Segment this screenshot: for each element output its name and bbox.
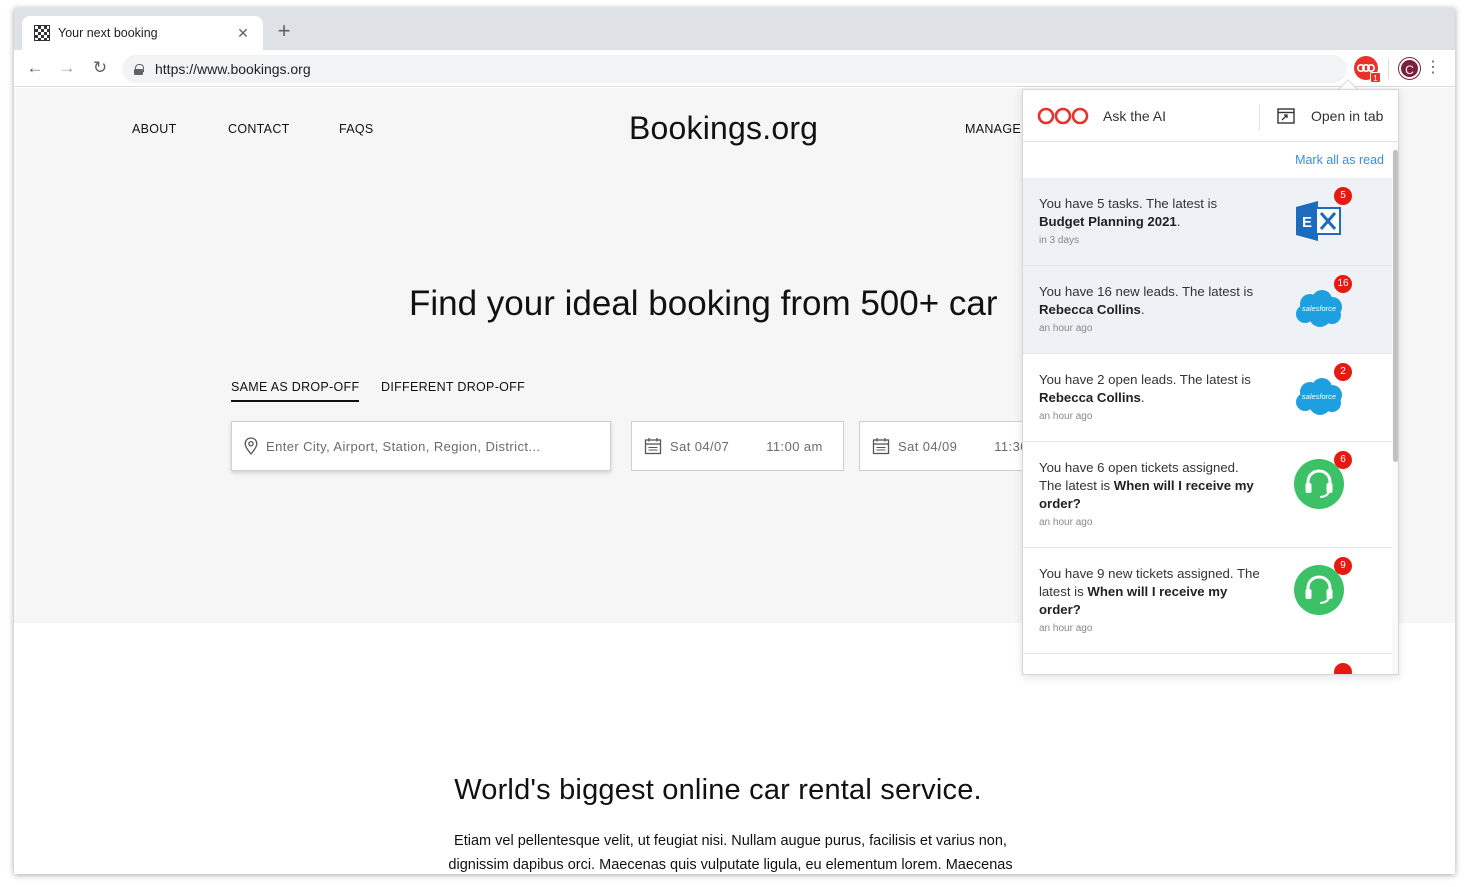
pickup-time: 11:00 am <box>766 438 823 454</box>
notification-count-badge: 6 <box>1334 451 1352 469</box>
notification-time: an hour ago <box>1039 323 1093 334</box>
nav-about[interactable]: ABOUT <box>132 122 177 136</box>
notification-item[interactable]: You have 2 open leads. The latest is Reb… <box>1023 354 1392 442</box>
nav-contact[interactable]: CONTACT <box>228 122 290 136</box>
toolbar-divider <box>1388 59 1389 79</box>
open-in-tab-button[interactable]: Open in tab <box>1277 90 1383 142</box>
open-in-tab-icon <box>1277 108 1295 124</box>
svg-text:salesforce: salesforce <box>1302 304 1336 313</box>
popup-scrollbar-thumb[interactable] <box>1393 150 1398 462</box>
dropoff-date: Sat 04/09 <box>898 438 958 454</box>
location-placeholder: Enter City, Airport, Station, Region, Di… <box>266 438 541 454</box>
notification-count-badge: 9 <box>1334 557 1352 575</box>
nav-faqs[interactable]: FAQS <box>339 122 374 136</box>
tab-same-as-dropoff[interactable]: SAME AS DROP-OFF <box>231 380 360 402</box>
notification-item[interactable]: You have 6 open tickets assigned. The la… <box>1023 442 1392 548</box>
location-input[interactable]: Enter City, Airport, Station, Region, Di… <box>231 421 611 471</box>
tab-title: Your next booking <box>58 26 158 40</box>
address-bar[interactable]: https://www.bookings.org <box>122 55 1347 83</box>
ask-ai-button[interactable]: Ask the AI <box>1037 90 1166 142</box>
notification-text: You have 2 open leads. The latest is Reb… <box>1039 372 1251 405</box>
url-text[interactable]: https://www.bookings.org <box>155 61 311 77</box>
notification-item[interactable]: You have 16 new leads. The latest is Reb… <box>1023 266 1392 354</box>
notification-count-badge: 16 <box>1334 275 1352 293</box>
notification-count-badge: 2 <box>1334 363 1352 381</box>
open-in-tab-label: Open in tab <box>1311 108 1384 124</box>
calendar-icon <box>872 438 890 455</box>
notification-text: You have 6 open tickets assigned. The la… <box>1039 460 1254 511</box>
hero-title: Find your ideal booking from 500+ car <box>409 284 998 323</box>
profile-avatar[interactable]: C <box>1399 58 1420 79</box>
dropoff-datetime-field[interactable]: Sat 04/09 11:30 <box>859 421 1049 471</box>
salesforce-icon: salesforce <box>1296 378 1342 415</box>
svg-text:E: E <box>1302 214 1312 231</box>
notification-text: You have 16 new leads. The latest is Reb… <box>1039 284 1254 317</box>
salesforce-icon: salesforce <box>1296 290 1342 327</box>
location-pin-icon <box>244 437 258 455</box>
svg-text:salesforce: salesforce <box>1302 392 1336 401</box>
site-logo[interactable]: Bookings.org <box>629 110 818 147</box>
browser-menu-icon[interactable]: ⋮ <box>1425 58 1441 78</box>
section-text-line: Etiam vel pellentesque velit, ut feugiat… <box>454 833 1007 849</box>
favicon-icon <box>34 25 50 41</box>
calendar-icon <box>644 438 662 455</box>
section-title: World's biggest online car rental servic… <box>454 774 982 806</box>
reload-button[interactable]: ↻ <box>89 57 111 79</box>
mark-all-read-link[interactable]: Mark all as read <box>1295 153 1384 167</box>
notification-time: in 3 days <box>1039 235 1080 246</box>
notification-text: You have 9 new tickets assigned. The lat… <box>1039 566 1260 617</box>
notification-count-badge: 5 <box>1334 187 1352 205</box>
pickup-date: Sat 04/07 <box>670 438 730 454</box>
notification-count-badge <box>1334 663 1352 674</box>
ai-notifications-popup: Ask the AI Open in tab Mark all as read … <box>1022 89 1399 675</box>
tab-strip: Your next booking ✕ + <box>14 8 1455 50</box>
pickup-datetime-field[interactable]: Sat 04/07 11:00 am <box>631 421 844 471</box>
new-tab-button[interactable]: + <box>272 20 296 44</box>
browser-tab[interactable]: Your next booking ✕ <box>22 16 263 50</box>
notification-item[interactable]: You have 5 tasks. The latest is Budget P… <box>1023 178 1392 266</box>
ai-logo-icon <box>1037 107 1089 125</box>
notification-time: an hour ago <box>1039 517 1093 528</box>
tab-different-dropoff[interactable]: DIFFERENT DROP-OFF <box>381 380 525 400</box>
header-divider <box>1259 104 1260 130</box>
lock-icon <box>134 63 144 75</box>
section-text-line: dignissim dapibus orci. Maecenas quis vu… <box>448 857 1013 873</box>
notification-text: You have 5 tasks. The latest is Budget P… <box>1039 196 1218 229</box>
forward-button[interactable]: → <box>56 57 78 79</box>
browser-toolbar: ← → ↻ https://www.bookings.org 1 C ⋮ <box>14 50 1455 87</box>
exchange-icon: E <box>1296 201 1341 241</box>
notification-item-partial[interactable] <box>1023 654 1392 674</box>
ask-ai-label: Ask the AI <box>1103 108 1167 124</box>
extension-badge: 1 <box>1370 72 1381 83</box>
popup-header: Ask the AI Open in tab <box>1023 90 1398 142</box>
notification-time: an hour ago <box>1039 411 1093 422</box>
notification-time: an hour ago <box>1039 623 1093 634</box>
section-text: Etiam vel pellentesque velit, ut feugiat… <box>418 829 1043 874</box>
back-button[interactable]: ← <box>24 57 46 79</box>
notification-list: You have 5 tasks. The latest is Budget P… <box>1023 178 1392 674</box>
close-tab-icon[interactable]: ✕ <box>235 25 251 42</box>
notification-item[interactable]: You have 9 new tickets assigned. The lat… <box>1023 548 1392 654</box>
